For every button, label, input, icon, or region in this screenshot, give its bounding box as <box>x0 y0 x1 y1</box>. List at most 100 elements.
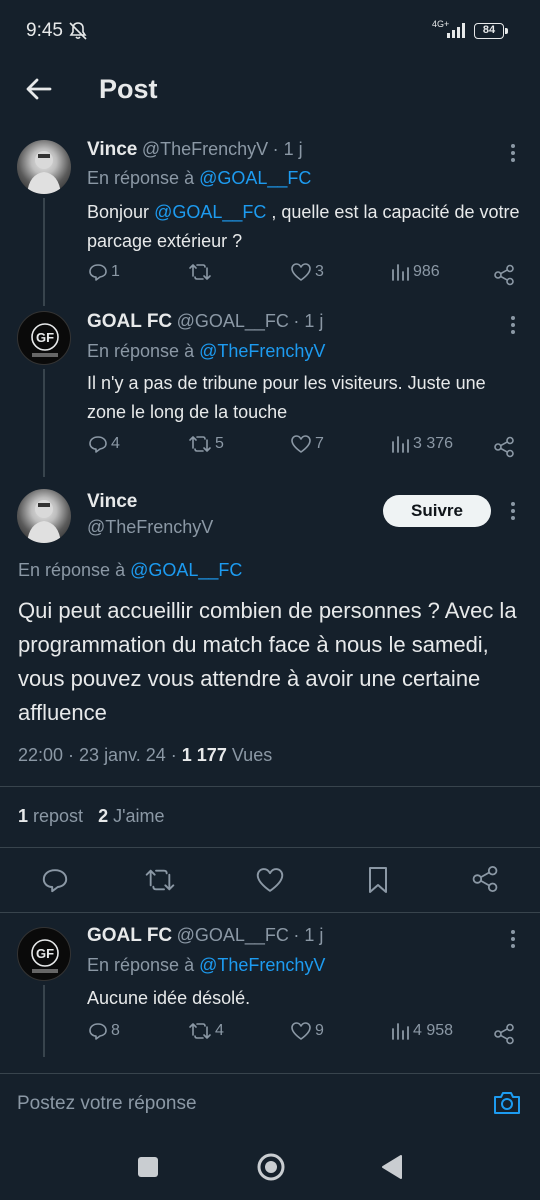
author-name[interactable]: GOAL FC <box>87 311 172 332</box>
back-nav-icon[interactable] <box>381 1154 403 1180</box>
reply-button[interactable]: 8 <box>88 1021 120 1041</box>
more-vertical-icon[interactable] <box>503 927 523 951</box>
like-label: J'aime <box>113 806 165 826</box>
like-count: 2 <box>98 806 109 826</box>
post-text: Il n'y a pas de tribune pour les visiteu… <box>87 373 486 422</box>
heart-icon <box>291 263 311 281</box>
reply-prefix: En réponse à <box>87 955 195 975</box>
battery-indicator: 84 <box>474 23 508 39</box>
repost-count: 1 <box>18 806 29 826</box>
reply-mention[interactable]: @GOAL__FC <box>130 560 242 580</box>
reply-icon[interactable] <box>41 866 69 894</box>
reply-context: En réponse à @TheFrenchyV <box>87 955 325 976</box>
home-icon[interactable] <box>256 1152 286 1182</box>
more-vertical-icon[interactable] <box>503 313 523 337</box>
reply-prefix: En réponse à <box>87 168 195 188</box>
author-name[interactable]: GOAL FC <box>87 925 172 946</box>
like-count: 9 <box>315 1022 324 1039</box>
svg-text:GF: GF <box>36 946 54 961</box>
post-meta: 22:00 · 23 janv. 24 · 1 177 Vues <box>18 745 272 766</box>
arrow-left-icon[interactable] <box>22 72 56 106</box>
repost-count: 4 <box>215 1022 224 1039</box>
reply-count: 1 <box>111 263 120 280</box>
post-text: Bonjour @GOAL__FC , quelle est la capaci… <box>87 198 527 256</box>
like-count: 7 <box>315 435 324 452</box>
views-count: 3 376 <box>413 435 454 452</box>
repost-icon <box>189 1023 211 1039</box>
share-icon[interactable] <box>493 264 515 286</box>
reply-mention[interactable]: @TheFrenchyV <box>199 341 325 361</box>
views-count: 1 177 <box>181 745 227 765</box>
heart-icon <box>291 1022 311 1040</box>
avatar[interactable]: GF <box>17 311 71 365</box>
share-icon[interactable] <box>493 1023 515 1045</box>
page-title: Post <box>99 74 158 104</box>
reply-icon <box>89 1023 107 1040</box>
views-label: Vues <box>231 745 273 765</box>
repost-icon <box>189 264 211 280</box>
reply-prefix: En réponse à <box>18 560 126 580</box>
bookmark-icon[interactable] <box>366 866 390 894</box>
avatar[interactable] <box>17 489 71 543</box>
heart-icon[interactable] <box>255 866 285 894</box>
views-button[interactable]: 986 <box>390 262 440 282</box>
system-nav-bar <box>0 1135 540 1200</box>
post-text-after: , quelle est la capacité de votre parcag… <box>87 202 520 251</box>
signal-icon <box>447 23 465 38</box>
reply-composer[interactable]: Postez votre réponse <box>0 1073 540 1135</box>
action-bar: 8 4 9 4 958 <box>0 1021 540 1049</box>
reply-icon <box>89 264 107 281</box>
repost-button[interactable]: 4 <box>188 1021 224 1041</box>
views-button[interactable]: 4 958 <box>390 1021 453 1041</box>
post-time: · 1 j <box>293 311 324 331</box>
avatar[interactable] <box>17 140 71 194</box>
author-name[interactable]: Vince <box>87 491 137 513</box>
repost-button[interactable] <box>188 262 215 282</box>
like-stat[interactable]: 2 J'aime <box>98 806 164 826</box>
reply-count: 4 <box>111 435 120 452</box>
post-mention[interactable]: @GOAL__FC <box>154 202 266 222</box>
like-button[interactable]: 3 <box>290 262 324 282</box>
follow-button[interactable]: Suivre <box>383 495 491 527</box>
main-post-text: Qui peut accueillir combien de personnes… <box>18 598 517 725</box>
more-vertical-icon[interactable] <box>503 499 523 523</box>
author-handle[interactable]: @TheFrenchyV <box>142 139 268 159</box>
like-button[interactable]: 7 <box>290 434 324 454</box>
avatar[interactable]: GF <box>17 927 71 981</box>
more-vertical-icon[interactable] <box>503 141 523 165</box>
repost-icon[interactable] <box>144 866 176 894</box>
reply-context: En réponse à @GOAL__FC <box>18 560 242 581</box>
divider <box>0 912 540 913</box>
author-handle[interactable]: @GOAL__FC <box>177 311 289 331</box>
action-bar: 1 3 986 <box>0 262 540 290</box>
views-count: 4 958 <box>413 1022 454 1039</box>
reply-context: En réponse à @GOAL__FC <box>87 168 311 189</box>
repost-label: repost <box>33 806 84 826</box>
reply-mention[interactable]: @GOAL__FC <box>199 168 311 188</box>
reply-button[interactable]: 4 <box>88 434 120 454</box>
views-icon <box>392 436 409 453</box>
views-button[interactable]: 3 376 <box>390 434 453 454</box>
like-button[interactable]: 9 <box>290 1021 324 1041</box>
recent-apps-icon[interactable] <box>137 1156 159 1178</box>
repost-button[interactable]: 5 <box>188 434 224 454</box>
author-handle[interactable]: @TheFrenchyV <box>87 517 213 538</box>
reply-button[interactable]: 1 <box>88 262 120 282</box>
repost-stat[interactable]: 1 repost <box>18 806 83 826</box>
post-text: Aucune idée désolé. <box>87 988 251 1008</box>
heart-icon <box>291 435 311 453</box>
reply-input[interactable]: Postez votre réponse <box>17 1093 197 1115</box>
mute-icon <box>69 22 87 40</box>
reply-count: 8 <box>111 1022 120 1039</box>
reply-mention[interactable]: @TheFrenchyV <box>199 955 325 975</box>
svg-text:GF: GF <box>36 330 54 345</box>
status-time: 9:45 <box>26 20 63 41</box>
reply-context: En réponse à @TheFrenchyV <box>87 341 325 362</box>
views-icon <box>392 264 409 281</box>
share-icon[interactable] <box>471 865 499 893</box>
share-icon[interactable] <box>493 436 515 458</box>
author-name[interactable]: Vince <box>87 139 137 160</box>
author-handle[interactable]: @GOAL__FC <box>177 925 289 945</box>
reply-prefix: En réponse à <box>87 341 195 361</box>
camera-icon[interactable] <box>492 1088 522 1118</box>
